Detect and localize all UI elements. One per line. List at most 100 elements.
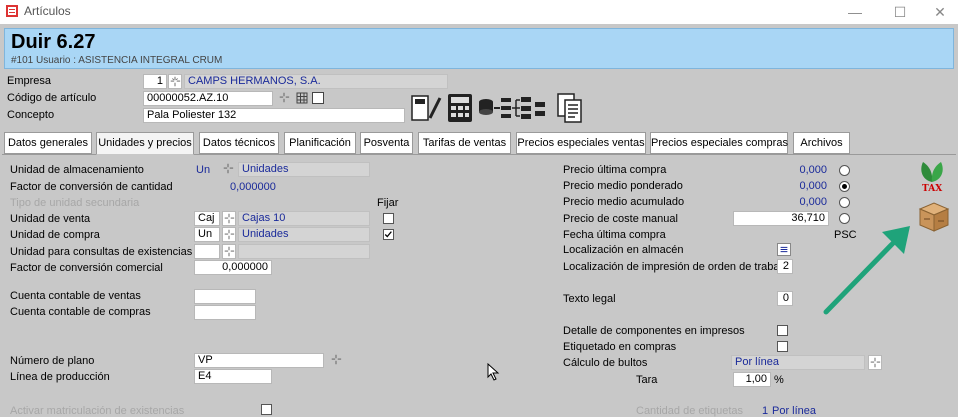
- window-titlebar: Artículos — ☐ ✕: [0, 0, 958, 24]
- precio-medio-ponderado-label: Precio medio ponderado: [563, 180, 683, 192]
- precio-medio-acumulado-value: 0,000: [799, 196, 827, 208]
- tab-planificacion[interactable]: Planificación: [284, 132, 356, 154]
- precio-medio-acumulado-label: Precio medio acumulado: [563, 196, 685, 208]
- corner-icon[interactable]: [312, 92, 324, 104]
- calculator-icon[interactable]: [446, 93, 474, 123]
- box-icon[interactable]: [916, 199, 952, 233]
- app-icon: [6, 5, 18, 17]
- matriculacion-checkbox[interactable]: [261, 404, 272, 415]
- sparkle-icon[interactable]: [222, 162, 236, 177]
- tab-unidades-y-precios[interactable]: Unidades y precios: [96, 132, 194, 155]
- cuenta-compras-input[interactable]: [194, 305, 256, 320]
- unidad-consultas-label: Unidad para consultas de existencias: [10, 246, 193, 258]
- unidad-consultas-code-input[interactable]: [194, 244, 220, 259]
- tab-datos-tecnicos[interactable]: Datos técnicos: [199, 132, 279, 154]
- fijar-label: Fijar: [377, 197, 399, 209]
- precio-ultima-compra-radio[interactable]: [839, 165, 850, 176]
- window-title: Artículos: [24, 4, 71, 18]
- factor-comercial-label: Factor de conversión comercial: [10, 262, 163, 274]
- etiquetado-compras-checkbox[interactable]: [777, 341, 788, 352]
- cuenta-compras-label: Cuenta contable de compras: [10, 306, 151, 318]
- unidad-almacenamiento-code: Un: [196, 164, 211, 176]
- precio-ultima-compra-label: Precio última compra: [563, 164, 667, 176]
- unidad-consultas-name: [238, 244, 370, 259]
- tab-posventa[interactable]: Posventa: [360, 132, 413, 154]
- detalle-componentes-checkbox[interactable]: [777, 325, 788, 336]
- structure-tree-icon[interactable]: [478, 94, 552, 122]
- texto-legal-input[interactable]: 0: [777, 291, 793, 306]
- cantidad-etiquetas-value: Por línea: [772, 405, 817, 417]
- localizacion-almacen-label: Localización en almacén: [563, 244, 684, 256]
- precio-medio-acumulado-radio[interactable]: [839, 197, 850, 208]
- sparkle-icon[interactable]: [168, 74, 182, 89]
- unidad-almacenamiento-name: Unidades: [238, 162, 370, 177]
- numero-plano-label: Número de plano: [10, 355, 95, 367]
- calculator-pen-icon[interactable]: [410, 92, 442, 124]
- calculo-bultos-label: Cálculo de bultos: [563, 357, 648, 369]
- tab-datos-generales[interactable]: Datos generales: [4, 132, 92, 154]
- tab-precios-especiales-ventas[interactable]: Precios especiales ventas: [516, 132, 646, 154]
- empresa-name-field: CAMPS HERMANOS, S.A.: [184, 74, 448, 89]
- tax-leaf-icon[interactable]: TAX: [917, 160, 947, 196]
- tab-precios-especiales-compras[interactable]: Precios especiales compras: [650, 132, 788, 154]
- unidad-venta-code-input[interactable]: Caj: [194, 211, 220, 226]
- unidad-venta-fijar-checkbox[interactable]: [383, 213, 394, 224]
- precio-medio-ponderado-value: 0,000: [799, 180, 827, 192]
- etiquetado-compras-label: Etiquetado en compras: [563, 341, 677, 353]
- tara-label: Tara: [636, 374, 658, 386]
- close-icon[interactable]: ✕: [920, 2, 958, 22]
- unidad-almacenamiento-label: Unidad de almacenamiento: [10, 164, 144, 176]
- tab-archivos[interactable]: Archivos: [793, 132, 850, 154]
- tara-unit: %: [774, 374, 784, 386]
- cantidad-etiquetas-code: 1: [762, 405, 769, 417]
- list-icon[interactable]: [777, 243, 791, 256]
- documents-icon[interactable]: [556, 92, 584, 124]
- unidad-compra-fijar-checkbox[interactable]: [383, 229, 394, 240]
- localizacion-impresion-label: Localización de impresión de orden de tr…: [563, 261, 789, 273]
- sparkle-icon[interactable]: [278, 91, 292, 106]
- annotation-arrow-icon: [823, 226, 910, 315]
- factor-comercial-input[interactable]: 0,000000: [194, 260, 272, 275]
- localizacion-impresion-input[interactable]: 2: [777, 259, 793, 274]
- sparkle-icon[interactable]: [222, 227, 236, 242]
- empresa-code-input[interactable]: 1: [143, 74, 167, 89]
- minimize-icon[interactable]: —: [835, 2, 875, 22]
- precio-coste-manual-label: Precio de coste manual: [563, 213, 678, 225]
- empresa-label: Empresa: [7, 75, 52, 87]
- numero-plano-input[interactable]: VP: [194, 353, 324, 368]
- unidad-venta-name: Cajas 10: [238, 211, 370, 226]
- cuenta-ventas-input[interactable]: [194, 289, 256, 304]
- unidad-venta-label: Unidad de venta: [10, 213, 91, 225]
- maximize-icon[interactable]: ☐: [880, 2, 920, 22]
- linea-produccion-input[interactable]: E4: [194, 369, 272, 384]
- cantidad-etiquetas-label: Cantidad de etiquetas: [636, 405, 744, 417]
- concepto-input[interactable]: Pala Poliester 132: [143, 108, 405, 123]
- factor-conversion-label: Factor de conversión de cantidad: [10, 181, 173, 193]
- unidad-compra-code-input[interactable]: Un: [194, 227, 220, 242]
- tipo-unidad-secundaria-label: Tipo de unidad secundaria: [10, 197, 140, 209]
- app-header: Duir 6.27 #101 Usuario : ASISTENCIA INTE…: [4, 28, 954, 69]
- codigo-articulo-label: Código de artículo: [7, 92, 97, 104]
- factor-conversion-value: 0,000000: [230, 181, 276, 193]
- sparkle-icon[interactable]: [222, 244, 236, 259]
- calculo-bultos-select[interactable]: Por línea: [731, 355, 865, 370]
- precio-coste-manual-input[interactable]: 36,710: [733, 211, 829, 226]
- user-subtitle: #101 Usuario : ASISTENCIA INTEGRAL CRUM: [11, 55, 223, 66]
- tab-tarifas-de-ventas[interactable]: Tarifas de ventas: [418, 132, 511, 154]
- precio-ultima-compra-value: 0,000: [799, 164, 827, 176]
- precio-medio-ponderado-radio[interactable]: [839, 181, 850, 192]
- tax-label: TAX: [922, 184, 943, 194]
- sparkle-icon[interactable]: [330, 353, 344, 368]
- grid-icon[interactable]: [296, 92, 308, 104]
- sparkle-icon[interactable]: [222, 211, 236, 226]
- detalle-componentes-label: Detalle de componentes en impresos: [563, 325, 745, 337]
- unidad-compra-label: Unidad de compra: [10, 229, 100, 241]
- codigo-articulo-input[interactable]: 00000052.AZ.10: [143, 91, 273, 106]
- cuenta-ventas-label: Cuenta contable de ventas: [10, 290, 141, 302]
- app-version-title: Duir 6.27: [11, 31, 96, 53]
- unidad-compra-name: Unidades: [238, 227, 370, 242]
- sparkle-icon[interactable]: [868, 355, 882, 370]
- mouse-cursor-icon: [487, 363, 500, 381]
- matriculacion-label: Activar matriculación de existencias: [10, 405, 185, 417]
- tara-input[interactable]: 1,00: [733, 372, 771, 387]
